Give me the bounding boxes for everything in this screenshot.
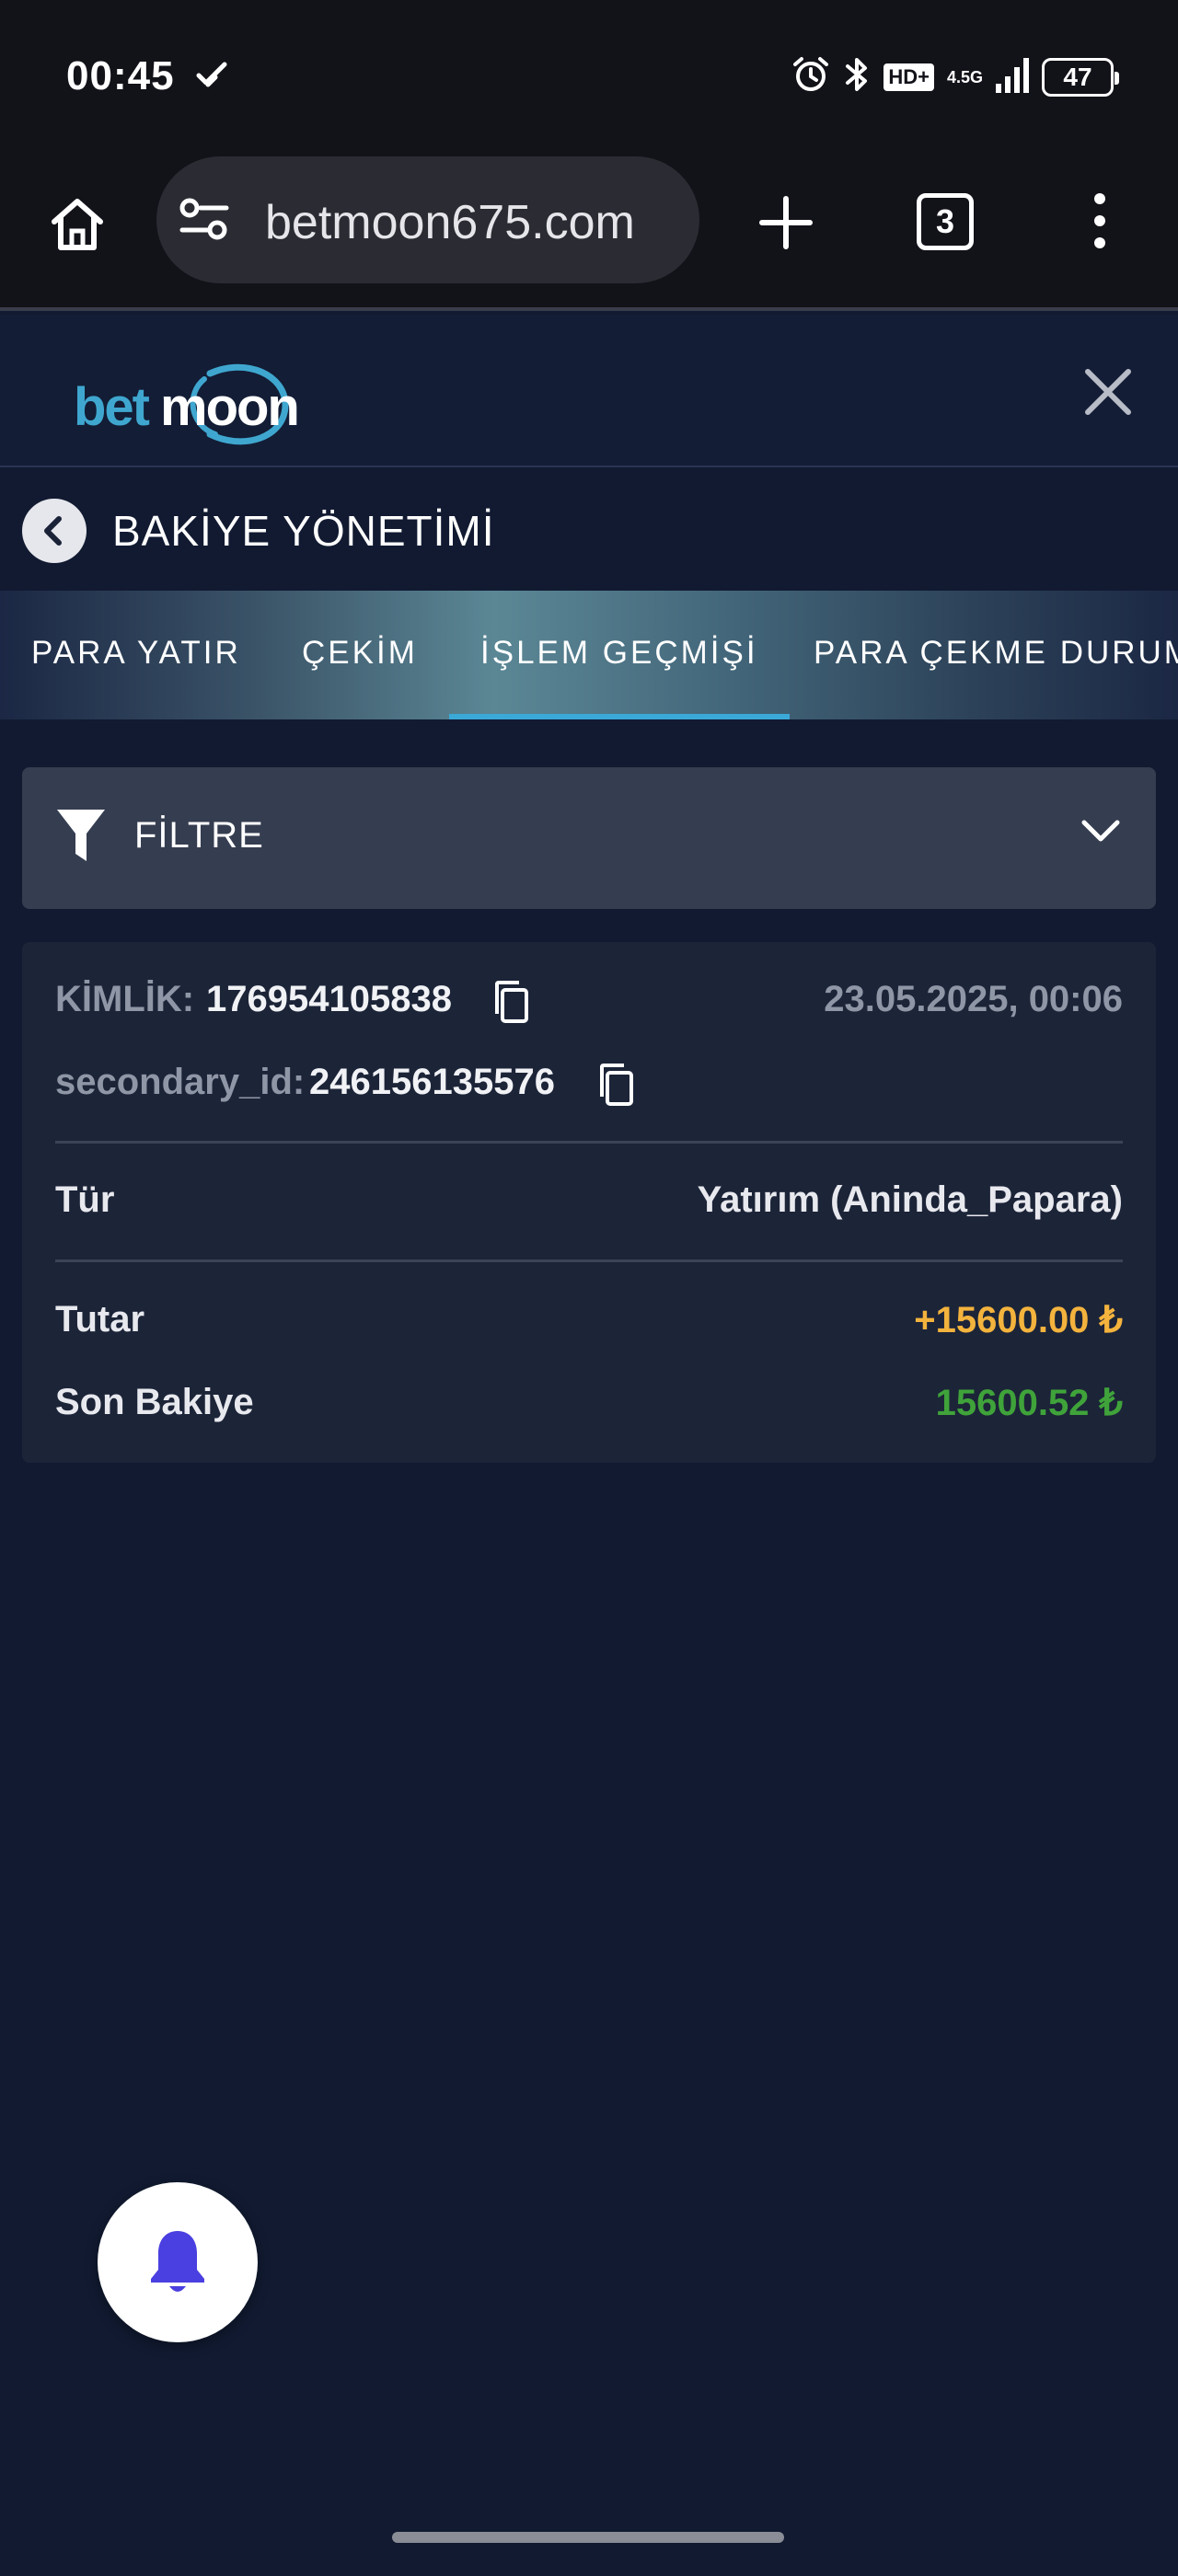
balance-value: 15600.52 ₺ [935, 1383, 1123, 1423]
svg-text:moon: moon [160, 377, 298, 437]
transaction-card: KİMLİK: 176954105838 23.05.2025, 00:06 s… [22, 942, 1156, 1463]
tab-para-cekme-durumu[interactable]: PARA ÇEKME DURUMU [814, 591, 1178, 719]
more-menu-button[interactable] [1077, 184, 1123, 258]
bluetooth-icon [843, 55, 871, 98]
balance-tabs: PARA YATIR ÇEKİM İŞLEM GEÇMİŞİ PARA ÇEKM… [0, 591, 1178, 719]
secondary-id-value: 246156135576 [309, 1062, 555, 1102]
site-header: bet moon [0, 315, 1178, 467]
signal-icon [996, 56, 1029, 98]
type-label: Tür [55, 1179, 115, 1220]
balance-label: Son Bakiye [55, 1382, 254, 1422]
id-label: KİMLİK: [55, 979, 195, 1019]
copy-icon[interactable] [490, 979, 530, 1029]
chevron-down-icon [1080, 817, 1121, 849]
betmoon-logo[interactable]: bet moon [72, 353, 302, 459]
page-title-row: BAKİYE YÖNETİMİ [0, 488, 1178, 589]
plus-icon [759, 196, 813, 249]
id-value: 176954105838 [206, 979, 452, 1019]
funnel-icon [55, 808, 107, 869]
type-value: Yatırım (Aninda_Papara) [697, 1179, 1123, 1220]
gesture-handle [392, 2532, 784, 2543]
divider [55, 1259, 1123, 1262]
secondary-id-label: secondary_id: [55, 1062, 306, 1102]
url-text[interactable]: betmoon675.com [265, 195, 635, 250]
tab-para-yatir[interactable]: PARA YATIR [31, 591, 241, 719]
bell-icon [151, 2231, 204, 2292]
notifications-button[interactable] [98, 2182, 258, 2342]
check-badge-icon [193, 61, 230, 95]
page-title: BAKİYE YÖNETİMİ [112, 507, 495, 555]
new-tab-button[interactable] [751, 188, 821, 258]
transaction-date: 23.05.2025, 00:06 [824, 979, 1123, 1019]
alarm-icon [791, 55, 830, 98]
status-bar: 00:45 HD+ 4.5G 47 [0, 0, 1178, 156]
home-button[interactable] [42, 190, 112, 259]
chevron-left-icon [44, 516, 62, 546]
copy-icon[interactable] [595, 1062, 635, 1112]
tab-islem-gecmisi[interactable]: İŞLEM GEÇMİŞİ [449, 591, 790, 719]
network-label: 4.5G [946, 67, 983, 86]
tab-switcher-button[interactable]: 3 [917, 193, 974, 250]
status-time: 00:45 [66, 53, 175, 98]
amount-value: +15600.00 ₺ [914, 1300, 1123, 1340]
tune-icon[interactable] [179, 197, 230, 247]
close-icon [1085, 369, 1131, 415]
filter-label: FİLTRE [134, 815, 264, 856]
filter-toggle[interactable]: FİLTRE [22, 767, 1156, 909]
svg-text:bet: bet [74, 377, 150, 437]
hd-badge: HD+ [884, 63, 934, 91]
home-icon [52, 199, 103, 250]
tab-cekim[interactable]: ÇEKİM [302, 591, 418, 719]
more-vert-icon [1094, 193, 1105, 248]
browser-toolbar: betmoon675.com 3 [0, 156, 1178, 311]
amount-label: Tutar [55, 1299, 145, 1340]
status-icons: HD+ 4.5G 47 [791, 55, 1119, 98]
close-button[interactable] [1075, 359, 1141, 425]
url-bar[interactable]: betmoon675.com [156, 156, 699, 283]
back-button[interactable] [22, 499, 87, 563]
battery-indicator: 47 [1042, 57, 1119, 97]
divider [55, 1141, 1123, 1144]
